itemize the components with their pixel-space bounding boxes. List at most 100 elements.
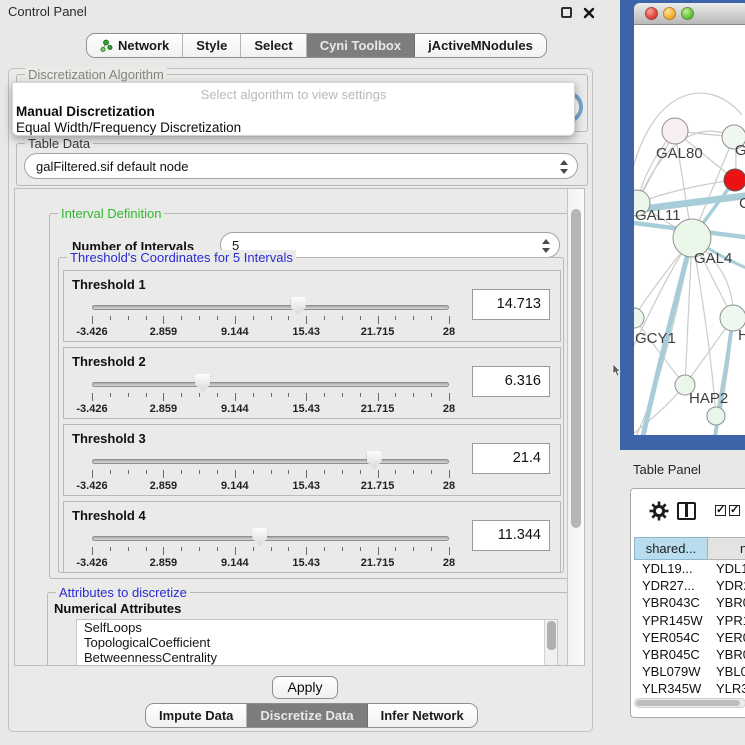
interval-definition-title: Interval Definition xyxy=(58,206,164,221)
slider-tick xyxy=(181,470,182,474)
combo-arrows-icon xyxy=(559,159,568,175)
scrollbar-thumb[interactable] xyxy=(571,209,581,528)
table-header-row: shared... na xyxy=(634,537,745,560)
slider-tick xyxy=(324,547,325,551)
slider-tick xyxy=(449,547,450,555)
tab-jactivemnodules[interactable]: jActiveMNodules xyxy=(415,34,546,57)
slider-tick xyxy=(146,547,147,551)
slider-track[interactable] xyxy=(92,459,449,464)
attribute-list-item[interactable]: BetweennessCentrality xyxy=(77,650,557,665)
slider-thumb[interactable] xyxy=(195,374,210,392)
float-window-icon[interactable] xyxy=(561,7,572,18)
table-row[interactable]: YBL079WYBL0 xyxy=(634,663,745,680)
slider-tick xyxy=(306,316,307,324)
column-header-name[interactable]: na xyxy=(708,537,745,560)
close-icon[interactable] xyxy=(583,6,595,18)
slider-tick-label: 15.43 xyxy=(276,557,336,569)
minimize-traffic-light-icon[interactable] xyxy=(663,7,676,20)
table-horizontal-scrollbar[interactable] xyxy=(634,698,745,708)
network-node-red-node[interactable] xyxy=(724,169,745,191)
attributes-list-scrollbar[interactable] xyxy=(544,620,557,665)
table-row[interactable]: YDR27...YDR2 xyxy=(634,577,745,594)
network-window-titlebar[interactable] xyxy=(634,3,745,25)
slider-tick xyxy=(324,393,325,397)
panel-title: Control Panel xyxy=(8,4,87,19)
zoom-traffic-light-icon[interactable] xyxy=(681,7,694,20)
threshold-value-field[interactable]: 14.713 xyxy=(472,289,550,320)
slider-tick xyxy=(306,393,307,401)
slider-thumb[interactable] xyxy=(367,451,382,469)
threshold-label: Threshold 1 xyxy=(72,277,146,292)
close-traffic-light-icon[interactable] xyxy=(645,7,658,20)
slider-tick xyxy=(92,470,93,478)
numerical-attributes-label: Numerical Attributes xyxy=(54,601,181,616)
numerical-attributes-list[interactable]: SelfLoopsTopologicalCoefficientBetweenne… xyxy=(76,619,558,666)
slider-tick xyxy=(199,470,200,474)
scrollbar-thumb[interactable] xyxy=(636,700,740,706)
slider-tick xyxy=(288,470,289,474)
split-panel-icon[interactable] xyxy=(677,502,696,520)
tab-cyni-toolbox[interactable]: Cyni Toolbox xyxy=(307,34,415,57)
threshold-label: Threshold 4 xyxy=(72,508,146,523)
gear-icon[interactable] xyxy=(649,501,669,526)
slider-tick xyxy=(253,547,254,551)
tab-discretize-data[interactable]: Discretize Data xyxy=(247,704,367,727)
slider-track[interactable] xyxy=(92,305,449,310)
table-row[interactable]: YBR043CYBR0 xyxy=(634,594,745,611)
slider-track[interactable] xyxy=(92,536,449,541)
slider-tick xyxy=(431,393,432,397)
tab-style[interactable]: Style xyxy=(183,34,241,57)
table-data-combobox[interactable]: galFiltered.sif default node xyxy=(24,153,578,179)
slider-thumb[interactable] xyxy=(291,297,306,315)
slider-tick xyxy=(378,547,379,555)
threshold-value-field[interactable]: 11.344 xyxy=(472,520,550,551)
column-header-shared-name[interactable]: shared... xyxy=(634,537,708,560)
node-label-GAL80: GAL80 xyxy=(656,145,703,162)
slider-tick xyxy=(395,547,396,551)
attribute-list-item[interactable]: TopologicalCoefficient xyxy=(77,635,557,650)
dropdown-option-manual[interactable]: Manual Discretization xyxy=(16,104,155,119)
table-row[interactable]: YER054CYER0 xyxy=(634,629,745,646)
dropdown-option-equal-width[interactable]: Equal Width/Frequency Discretization xyxy=(16,120,241,135)
settings-vertical-scrollbar[interactable] xyxy=(567,189,584,665)
tab-infer-network[interactable]: Infer Network xyxy=(368,704,477,727)
slider-tick xyxy=(235,393,236,401)
table-panel-header: Table Panel xyxy=(598,450,745,487)
network-canvas[interactable]: GAL80G.GAL11CGAL4GCY1HHAP2 xyxy=(634,25,745,435)
slider-tick-label: -3.426 xyxy=(62,326,122,338)
tab-select[interactable]: Select xyxy=(241,34,306,57)
tab-label: Select xyxy=(254,38,292,53)
table-row[interactable]: YLR345WYLR3 xyxy=(634,680,745,697)
slider-tick-label: 28 xyxy=(419,403,479,415)
threshold-value-field[interactable]: 6.316 xyxy=(472,366,550,397)
cell-name: YDR2 xyxy=(708,577,745,594)
threshold-value-field[interactable]: 21.4 xyxy=(472,443,550,474)
table-toolbar: ✓ ✓ xyxy=(631,489,745,535)
network-edge[interactable] xyxy=(634,385,685,435)
tab-network[interactable]: Network xyxy=(87,34,183,57)
apply-button[interactable]: Apply xyxy=(272,676,338,699)
table-row[interactable]: YPR145WYPR1 xyxy=(634,612,745,629)
table-row[interactable]: YBR045CYBR0 xyxy=(634,646,745,663)
slider-thumb[interactable] xyxy=(252,528,267,546)
checkbox-icon[interactable]: ✓ xyxy=(715,505,726,516)
table-row[interactable]: YDL19...YDL1 xyxy=(634,560,745,577)
tab-impute-data[interactable]: Impute Data xyxy=(146,704,247,727)
network-tab-icon xyxy=(100,39,113,53)
slider-tick xyxy=(306,547,307,555)
checkbox-icon[interactable]: ✓ xyxy=(729,505,740,516)
slider-tick xyxy=(110,470,111,474)
network-node-GCY1[interactable] xyxy=(634,308,644,328)
network-node-bottom[interactable] xyxy=(707,407,725,425)
scrollbar-thumb[interactable] xyxy=(547,621,556,650)
slider-tick-label: 2.859 xyxy=(133,326,193,338)
attribute-list-item[interactable]: SelfLoops xyxy=(77,620,557,635)
network-node-GAL80[interactable] xyxy=(662,118,688,144)
slider-tick xyxy=(110,393,111,397)
slider-track[interactable] xyxy=(92,382,449,387)
slider-tick xyxy=(110,316,111,320)
slider-tick-label: 21.715 xyxy=(348,326,408,338)
attributes-group: Attributes to discretize Numerical Attri… xyxy=(47,592,571,666)
slider-tick xyxy=(378,393,379,401)
slider-tick xyxy=(431,470,432,474)
